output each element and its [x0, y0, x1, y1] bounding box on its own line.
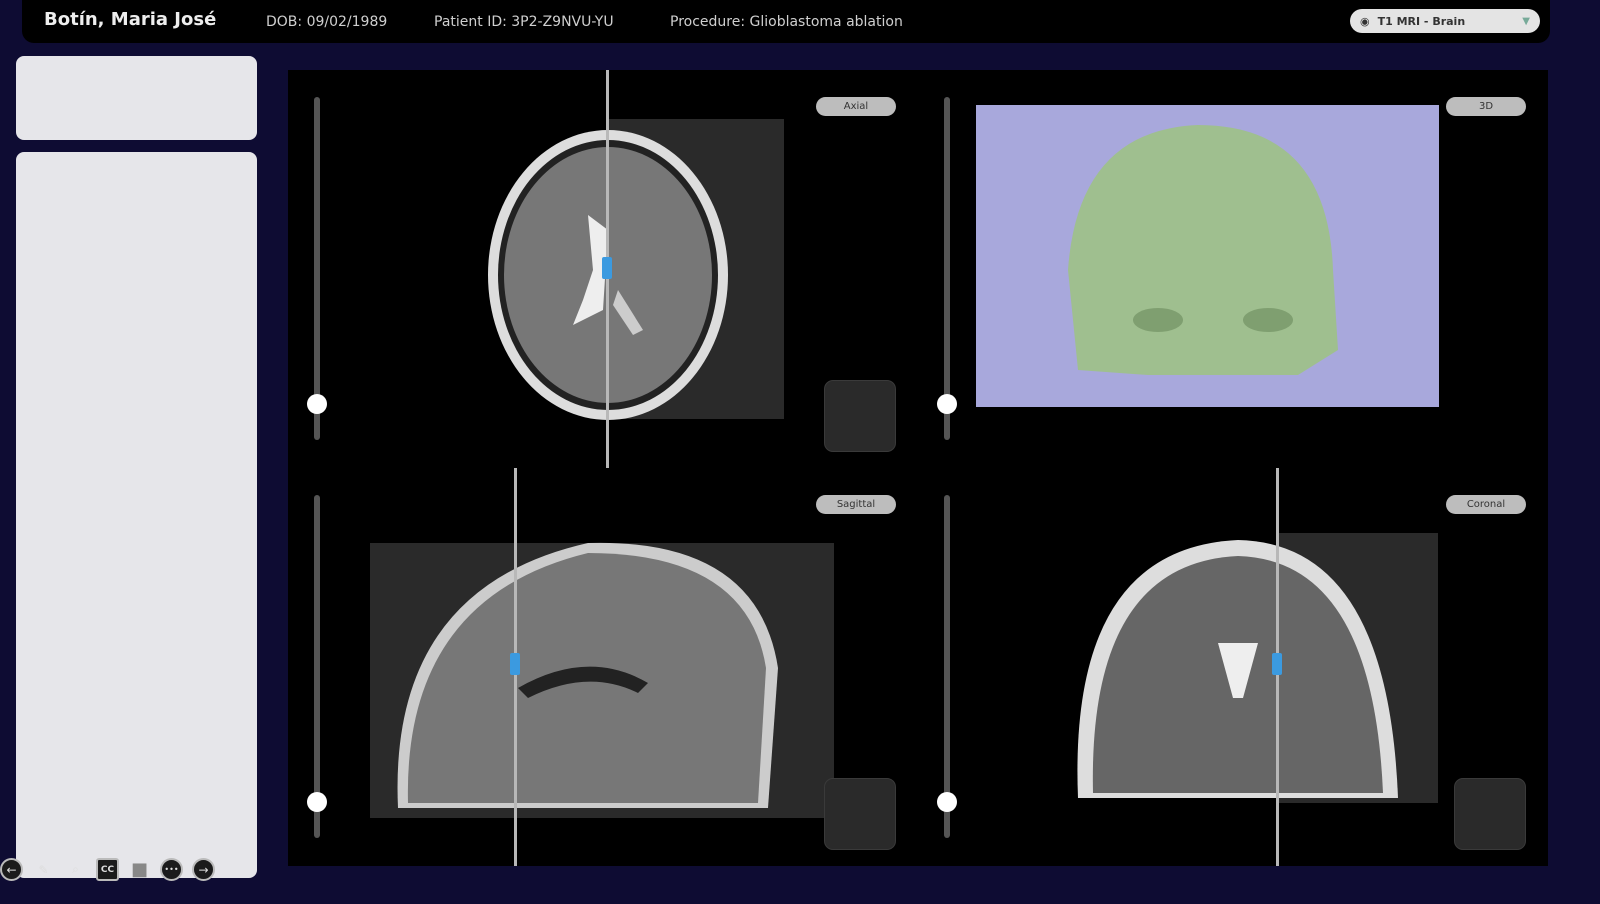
sagittal-view[interactable]: Sagittal: [288, 468, 918, 866]
axial-view[interactable]: Axial: [288, 70, 918, 468]
series-select[interactable]: ◉ T1 MRI - Brain ▼: [1350, 9, 1540, 33]
side-panel-main: [16, 152, 257, 878]
search-icon[interactable]: ⌕: [64, 858, 87, 881]
sagittal-label: Sagittal: [816, 495, 896, 514]
tumor-marker[interactable]: [510, 653, 520, 675]
chevron-down-icon: ▼: [1522, 16, 1530, 27]
series-select-value: T1 MRI - Brain: [1378, 15, 1466, 28]
patient-id: Patient ID: 3P2-Z9NVU-YU: [434, 14, 614, 30]
3d-label: 3D: [1446, 97, 1526, 116]
orientation-cube[interactable]: [824, 380, 896, 452]
back-arrow-icon[interactable]: ←: [0, 858, 23, 881]
patient-header: Botín, Maria José DOB: 09/02/1989 Patien…: [22, 0, 1550, 43]
patient-dob: DOB: 09/02/1989: [266, 14, 387, 30]
axial-slice-slider[interactable]: [314, 97, 320, 440]
axial-label: Axial: [816, 97, 896, 116]
slider-knob[interactable]: [937, 394, 957, 414]
slider-knob[interactable]: [307, 394, 327, 414]
orientation-cube[interactable]: [824, 778, 896, 850]
side-panel-top: [16, 56, 257, 140]
viewer-grid: Axial 3D Sagittal: [288, 70, 1548, 866]
captions-icon[interactable]: CC: [96, 858, 119, 881]
orientation-cube[interactable]: [1454, 778, 1526, 850]
3d-view[interactable]: 3D: [918, 70, 1548, 468]
coronal-label: Coronal: [1446, 495, 1526, 514]
patient-name: Botín, Maria José: [44, 9, 216, 30]
slider-knob[interactable]: [307, 792, 327, 812]
coronal-slice-slider[interactable]: [944, 495, 950, 838]
sagittal-slice-slider[interactable]: [314, 495, 320, 838]
more-icon[interactable]: •••: [160, 858, 183, 881]
eye-icon: ◉: [1360, 15, 1370, 28]
pen-icon[interactable]: ✎: [32, 858, 55, 881]
camera-icon[interactable]: ■: [128, 858, 151, 881]
3d-model-image: [918, 70, 1548, 468]
procedure: Procedure: Glioblastoma ablation: [670, 14, 903, 30]
coronal-view[interactable]: Coronal: [918, 468, 1548, 866]
tumor-marker[interactable]: [1272, 653, 1282, 675]
presentation-toolbar: ← ✎ ⌕ CC ■ ••• →: [0, 858, 215, 881]
3d-slider[interactable]: [944, 97, 950, 440]
forward-arrow-icon[interactable]: →: [192, 858, 215, 881]
tumor-marker[interactable]: [602, 257, 612, 279]
slider-knob[interactable]: [937, 792, 957, 812]
